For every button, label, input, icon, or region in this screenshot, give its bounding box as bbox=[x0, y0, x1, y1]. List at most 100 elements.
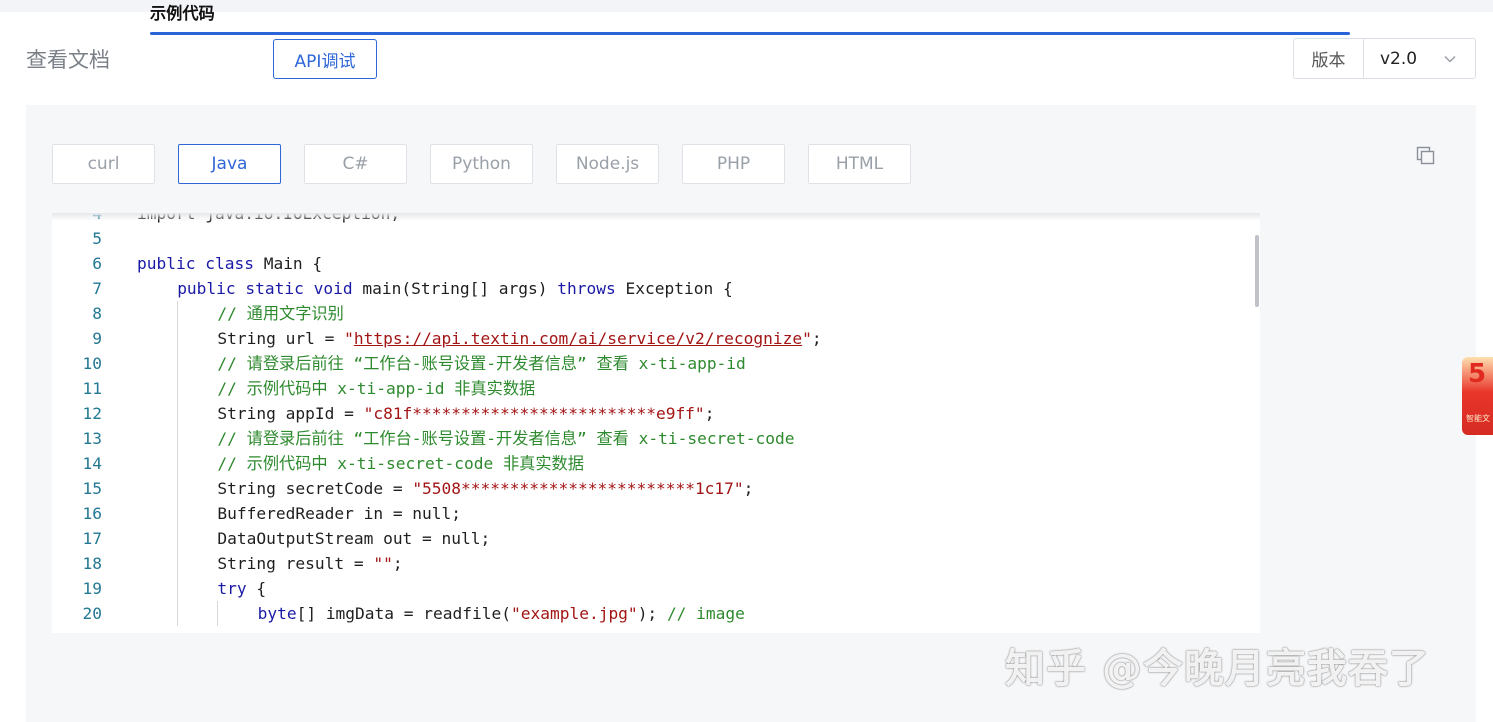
line-number: 18 bbox=[82, 554, 103, 573]
code-string: "" bbox=[373, 554, 393, 573]
code-token: { bbox=[246, 579, 267, 598]
code-text: String secretCode = "5508***************… bbox=[217, 476, 753, 501]
promo-badge[interactable]: 5 智能文 bbox=[1462, 357, 1493, 435]
code-token: ; bbox=[704, 404, 715, 423]
code-text: public static void main(String[] args) t… bbox=[177, 276, 733, 301]
indent-guide bbox=[177, 451, 179, 476]
lang-tab-python[interactable]: Python bbox=[430, 144, 533, 184]
chevron-down-icon bbox=[1444, 55, 1456, 63]
code-text: // 请登录后前往 “工作台-账号设置-开发者信息” 查看 x-ti-secre… bbox=[217, 426, 794, 451]
editor-scrollbar[interactable] bbox=[1255, 235, 1259, 307]
line-number: 12 bbox=[82, 404, 103, 423]
line-number: 15 bbox=[82, 479, 103, 498]
code-string: "example.jpg" bbox=[510, 604, 638, 623]
code-token: Main { bbox=[253, 254, 323, 273]
code-keyword: byte bbox=[257, 604, 297, 623]
code-token: String appId = bbox=[217, 404, 364, 423]
api-debug-button[interactable]: API调试 bbox=[273, 39, 377, 79]
code-token: main(String[] args) bbox=[352, 279, 558, 298]
code-string: "c81f*************************e9ff" bbox=[363, 404, 705, 423]
indent-guide bbox=[177, 351, 179, 376]
lang-tab-csharp[interactable]: C# bbox=[304, 144, 407, 184]
line-number: 16 bbox=[82, 504, 103, 523]
tab-sample-code[interactable]: 示例代码 bbox=[150, 0, 1350, 35]
code-token: ); bbox=[637, 604, 667, 623]
line-number: 17 bbox=[82, 529, 103, 548]
indent-guide bbox=[177, 401, 179, 426]
code-string: https://api.textin.com/ai/service/v2/rec… bbox=[353, 329, 803, 348]
code-text: // 请登录后前往 “工作台-账号设置-开发者信息” 查看 x-ti-app-i… bbox=[217, 351, 745, 376]
code-text: String result = ""; bbox=[217, 551, 402, 576]
code-comment: // image bbox=[666, 604, 745, 623]
lang-tab-curl[interactable]: curl bbox=[52, 144, 155, 184]
indent-guide bbox=[177, 576, 179, 601]
version-value: v2.0 bbox=[1380, 48, 1418, 69]
line-number: 14 bbox=[82, 454, 103, 473]
code-text: String appId = "c81f********************… bbox=[217, 401, 714, 426]
version-selector[interactable]: 版本 v2.0 bbox=[1293, 38, 1476, 79]
code-comment: // 通用文字识别 bbox=[217, 304, 344, 323]
code-token: BufferedReader in = null; bbox=[217, 504, 462, 523]
code-string: " bbox=[344, 329, 354, 348]
code-token: String url = bbox=[217, 329, 345, 348]
code-keyword: public class bbox=[137, 254, 254, 273]
line-number: 5 bbox=[92, 229, 102, 248]
watermark: 知乎 @今晚月亮我吞了 bbox=[1005, 646, 1430, 692]
line-number: 7 bbox=[92, 279, 102, 298]
tab-sample-code-label: 示例代码 bbox=[150, 4, 215, 23]
code-keyword: public static void bbox=[177, 279, 353, 298]
code-text: try { bbox=[217, 576, 266, 601]
code-text: byte[] imgData = readfile("example.jpg")… bbox=[258, 601, 745, 626]
indent-guide bbox=[177, 301, 179, 326]
line-number: 20 bbox=[82, 604, 103, 623]
line-number: 9 bbox=[92, 329, 102, 348]
code-text: DataOutputStream out = null; bbox=[217, 526, 490, 551]
line-number: 8 bbox=[92, 304, 102, 323]
code-string: "5508************************1c17" bbox=[412, 479, 744, 498]
code-text: // 通用文字识别 bbox=[217, 301, 343, 326]
active-tab-indicator bbox=[150, 32, 1350, 35]
code-editor[interactable]: 4import java.io.IOException;56public cla… bbox=[52, 213, 1260, 633]
line-number: 11 bbox=[82, 379, 103, 398]
indent-guide bbox=[177, 551, 179, 576]
line-number: 10 bbox=[82, 354, 103, 373]
lang-tab-java[interactable]: Java bbox=[178, 144, 281, 184]
indent-guide bbox=[217, 601, 219, 626]
code-token: ; bbox=[811, 329, 822, 348]
code-comment: // 请登录后前往 “工作台-账号设置-开发者信息” 查看 x-ti-app-i… bbox=[217, 354, 746, 373]
version-label: 版本 bbox=[1294, 39, 1364, 78]
indent-guide bbox=[177, 526, 179, 551]
indent-guide bbox=[177, 376, 179, 401]
code-keyword: throws bbox=[557, 279, 616, 298]
code-token: String result = bbox=[217, 554, 374, 573]
indent-guide bbox=[177, 476, 179, 501]
lang-tab-php[interactable]: PHP bbox=[682, 144, 785, 184]
code-keyword: try bbox=[217, 579, 247, 598]
version-dropdown[interactable]: v2.0 bbox=[1364, 39, 1475, 78]
code-token: DataOutputStream out = null; bbox=[217, 529, 491, 548]
indent-guide bbox=[177, 501, 179, 526]
indent-guide bbox=[177, 601, 179, 626]
code-token: ; bbox=[392, 554, 403, 573]
tab-view-docs[interactable]: 查看文档 bbox=[26, 46, 110, 74]
indent-guide bbox=[177, 326, 179, 351]
code-text: BufferedReader in = null; bbox=[217, 501, 461, 526]
lang-tab-html[interactable]: HTML bbox=[808, 144, 911, 184]
code-token: ; bbox=[743, 479, 754, 498]
editor-top-shadow bbox=[52, 213, 1260, 221]
code-text: public class Main { bbox=[137, 251, 322, 276]
code-string: " bbox=[802, 329, 812, 348]
code-token: [] imgData = readfile( bbox=[296, 604, 511, 623]
line-number: 6 bbox=[92, 254, 102, 273]
indent-guide bbox=[177, 426, 179, 451]
line-number: 13 bbox=[82, 429, 103, 448]
code-comment: // 示例代码中 x-ti-app-id 非真实数据 bbox=[217, 379, 536, 398]
promo-badge-caption: 智能文 bbox=[1466, 414, 1490, 423]
lang-tab-nodejs[interactable]: Node.js bbox=[556, 144, 659, 184]
code-token: String secretCode = bbox=[217, 479, 413, 498]
code-token: Exception { bbox=[615, 279, 733, 298]
code-text: // 示例代码中 x-ti-app-id 非真实数据 bbox=[217, 376, 535, 401]
copy-icon[interactable] bbox=[1415, 145, 1437, 167]
code-text: // 示例代码中 x-ti-secret-code 非真实数据 bbox=[217, 451, 584, 476]
code-comment: // 示例代码中 x-ti-secret-code 非真实数据 bbox=[217, 454, 584, 473]
